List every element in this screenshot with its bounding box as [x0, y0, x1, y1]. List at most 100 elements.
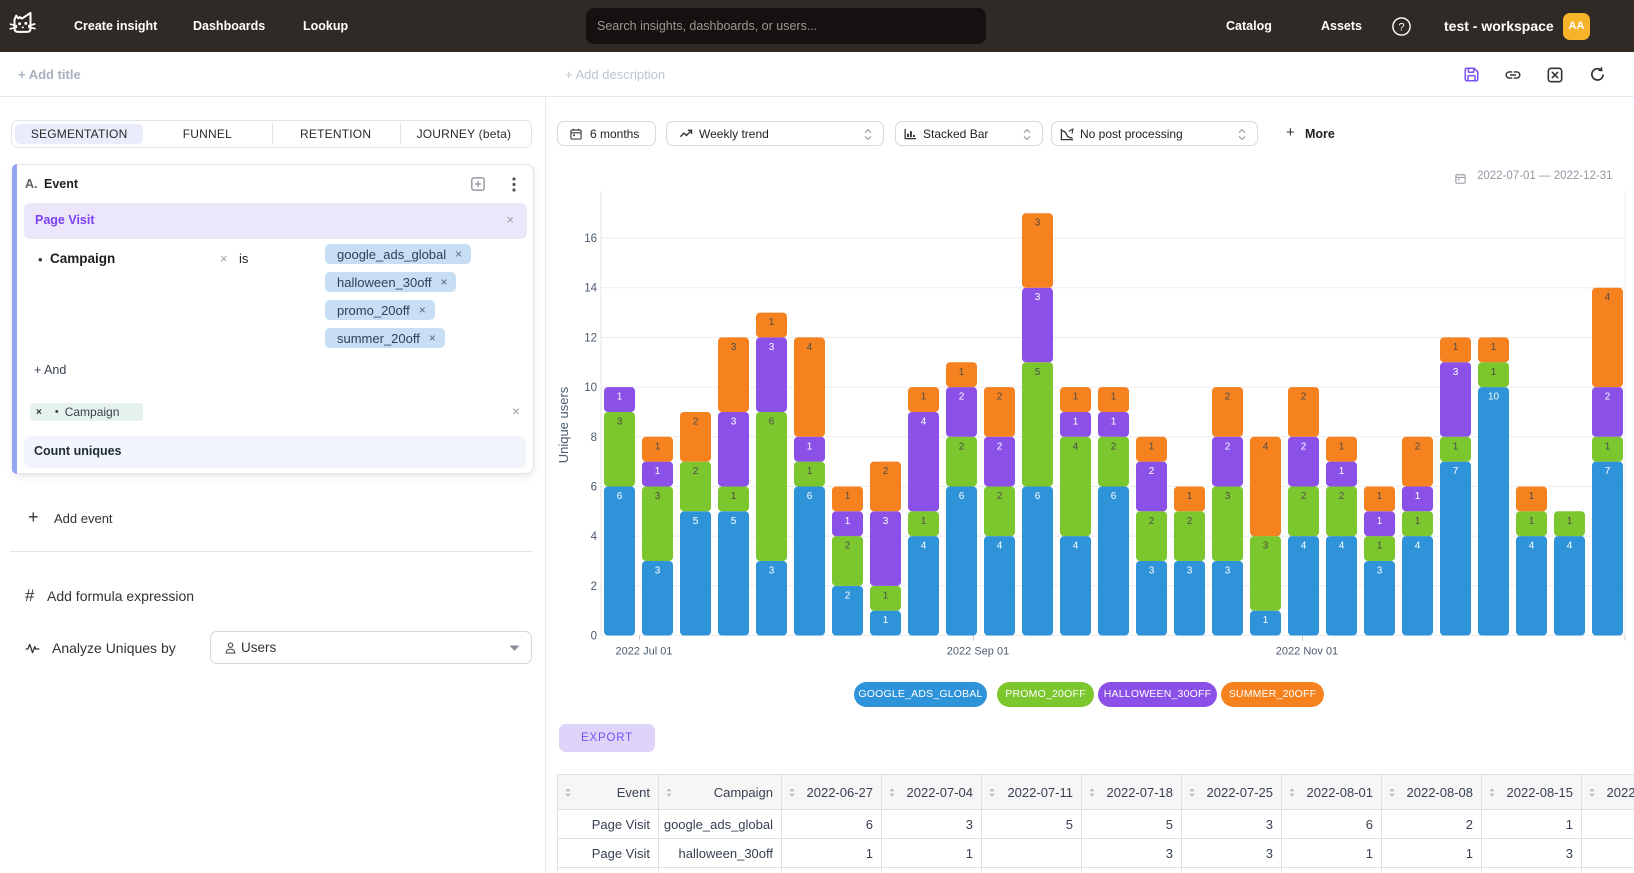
svg-text:3: 3 [769, 565, 775, 576]
svg-text:4: 4 [1073, 441, 1079, 452]
svg-text:4: 4 [807, 342, 813, 353]
svg-text:4: 4 [1567, 541, 1573, 552]
svg-text:2022 Jul 01: 2022 Jul 01 [616, 646, 673, 658]
svg-text:1: 1 [769, 317, 775, 328]
svg-text:3: 3 [1377, 565, 1383, 576]
svg-text:1: 1 [883, 590, 889, 601]
svg-text:1: 1 [1453, 441, 1459, 452]
svg-text:3: 3 [655, 491, 661, 502]
svg-text:2: 2 [997, 491, 1003, 502]
svg-text:3: 3 [1225, 565, 1231, 576]
svg-text:4: 4 [591, 531, 598, 543]
svg-text:1: 1 [1415, 491, 1421, 502]
svg-text:6: 6 [617, 491, 623, 502]
svg-text:2: 2 [959, 392, 965, 403]
svg-text:2: 2 [1301, 441, 1307, 452]
svg-text:8: 8 [591, 432, 597, 444]
svg-text:1: 1 [1567, 516, 1573, 527]
svg-text:?: ? [1398, 21, 1404, 33]
svg-text:2: 2 [1301, 392, 1307, 403]
svg-text:6: 6 [769, 416, 775, 427]
svg-text:1: 1 [921, 516, 927, 527]
svg-text:4: 4 [1301, 541, 1307, 552]
svg-text:1: 1 [655, 441, 661, 452]
svg-text:2: 2 [883, 466, 889, 477]
svg-text:1: 1 [617, 392, 623, 403]
svg-text:1: 1 [1529, 491, 1535, 502]
svg-text:2: 2 [959, 441, 965, 452]
svg-text:6: 6 [591, 482, 597, 494]
svg-text:4: 4 [1529, 541, 1535, 552]
svg-text:16: 16 [584, 233, 597, 245]
svg-text:2: 2 [1605, 392, 1611, 403]
svg-text:4: 4 [1605, 292, 1611, 303]
svg-text:3: 3 [1149, 565, 1155, 576]
svg-text:1: 1 [1263, 615, 1269, 626]
svg-text:1: 1 [807, 466, 813, 477]
svg-text:2: 2 [1301, 491, 1307, 502]
svg-text:3: 3 [1187, 565, 1193, 576]
svg-text:3: 3 [731, 416, 737, 427]
svg-text:12: 12 [584, 332, 597, 344]
svg-text:1: 1 [1149, 441, 1155, 452]
svg-text:10: 10 [584, 382, 597, 394]
svg-text:3: 3 [617, 416, 623, 427]
svg-text:1: 1 [731, 491, 737, 502]
svg-text:2022 Nov 01: 2022 Nov 01 [1276, 646, 1338, 658]
svg-text:2: 2 [1149, 516, 1155, 527]
svg-text:3: 3 [883, 516, 889, 527]
svg-text:5: 5 [731, 516, 737, 527]
svg-text:1: 1 [845, 516, 851, 527]
svg-text:1: 1 [845, 491, 851, 502]
svg-text:5: 5 [693, 516, 699, 527]
svg-text:3: 3 [1035, 292, 1041, 303]
svg-text:1: 1 [883, 615, 889, 626]
svg-text:7: 7 [1605, 466, 1611, 477]
svg-text:4: 4 [1263, 441, 1269, 452]
svg-text:1: 1 [1377, 491, 1383, 502]
svg-text:1: 1 [1491, 367, 1497, 378]
svg-text:14: 14 [584, 283, 597, 295]
svg-text:4: 4 [1073, 541, 1079, 552]
svg-text:4: 4 [1415, 541, 1421, 552]
svg-text:1: 1 [1339, 441, 1345, 452]
svg-text:4: 4 [1339, 541, 1345, 552]
svg-text:1: 1 [1187, 491, 1193, 502]
svg-text:2: 2 [693, 466, 699, 477]
svg-text:4: 4 [997, 541, 1003, 552]
svg-text:2022 Sep 01: 2022 Sep 01 [947, 646, 1009, 658]
svg-text:2: 2 [1225, 392, 1231, 403]
svg-text:Unique users: Unique users [556, 386, 571, 463]
svg-text:3: 3 [1225, 491, 1231, 502]
svg-text:6: 6 [807, 491, 813, 502]
svg-text:2: 2 [997, 392, 1003, 403]
svg-text:1: 1 [1377, 541, 1383, 552]
svg-text:3: 3 [1453, 367, 1459, 378]
svg-text:3: 3 [655, 565, 661, 576]
svg-text:4: 4 [921, 416, 927, 427]
svg-text:1: 1 [1453, 342, 1459, 353]
svg-text:1: 1 [1529, 516, 1535, 527]
svg-text:1: 1 [1111, 392, 1117, 403]
svg-text:10: 10 [1488, 392, 1500, 403]
svg-text:2: 2 [1111, 441, 1117, 452]
svg-text:6: 6 [1035, 491, 1041, 502]
svg-text:1: 1 [655, 466, 661, 477]
svg-text:3: 3 [1263, 541, 1269, 552]
svg-text:2: 2 [1339, 491, 1345, 502]
svg-text:1: 1 [1377, 516, 1383, 527]
svg-text:3: 3 [1035, 218, 1041, 229]
svg-text:1: 1 [1073, 392, 1079, 403]
svg-text:2: 2 [1225, 441, 1231, 452]
svg-text:0: 0 [591, 631, 597, 643]
svg-text:2: 2 [1415, 441, 1421, 452]
svg-text:1: 1 [1111, 416, 1117, 427]
svg-text:1: 1 [921, 392, 927, 403]
svg-text:1: 1 [807, 441, 813, 452]
svg-text:1: 1 [1491, 342, 1497, 353]
svg-text:5: 5 [1035, 367, 1041, 378]
svg-text:2: 2 [1187, 516, 1193, 527]
svg-text:2: 2 [997, 441, 1003, 452]
svg-text:1: 1 [1073, 416, 1079, 427]
svg-text:1: 1 [959, 367, 965, 378]
